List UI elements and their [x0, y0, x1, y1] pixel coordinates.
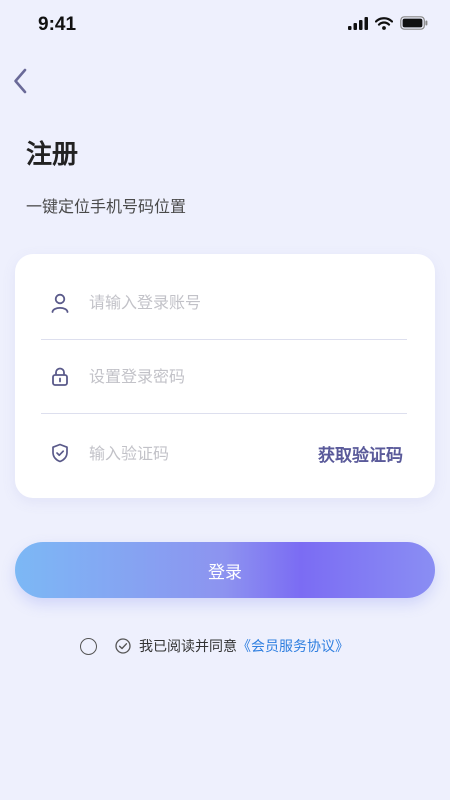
- account-input[interactable]: [81, 282, 407, 323]
- page-subtitle: 一键定位手机号码位置: [26, 197, 187, 216]
- status-icons: [348, 16, 428, 30]
- status-time: 9:41: [38, 14, 77, 35]
- register-form-card: 获取验证码: [15, 254, 435, 498]
- battery-icon: [400, 16, 428, 30]
- verification-code-input[interactable]: [81, 433, 318, 473]
- code-row: 获取验证码: [41, 416, 407, 490]
- agreement-link[interactable]: 《会员服务协议》: [237, 636, 349, 656]
- status-bar: 9:41: [0, 0, 450, 50]
- agreement-row: 我已阅读并同意 《会员服务协议》: [80, 636, 349, 656]
- back-button[interactable]: [0, 62, 40, 104]
- page-title: 注册: [26, 140, 79, 170]
- signal-icon: [348, 16, 368, 30]
- password-input[interactable]: [81, 356, 407, 397]
- shield-check-icon: [41, 442, 81, 464]
- agreement-text: 我已阅读并同意: [139, 639, 237, 655]
- user-icon: [41, 292, 81, 314]
- lock-icon: [41, 366, 81, 388]
- password-row: [41, 340, 407, 414]
- check-circle-icon[interactable]: [115, 638, 131, 654]
- agree-radio[interactable]: [80, 637, 97, 655]
- wifi-icon: [375, 16, 393, 30]
- login-button[interactable]: 登录: [15, 542, 435, 598]
- register-screen: 9:41 注册 一键定位手机号码位置 请输入登录账号 输入验证码 获取验证码 登…: [0, 0, 450, 800]
- get-code-button[interactable]: 获取验证码: [318, 441, 407, 466]
- chevron-left-icon: [13, 68, 27, 98]
- account-row: [41, 266, 407, 340]
